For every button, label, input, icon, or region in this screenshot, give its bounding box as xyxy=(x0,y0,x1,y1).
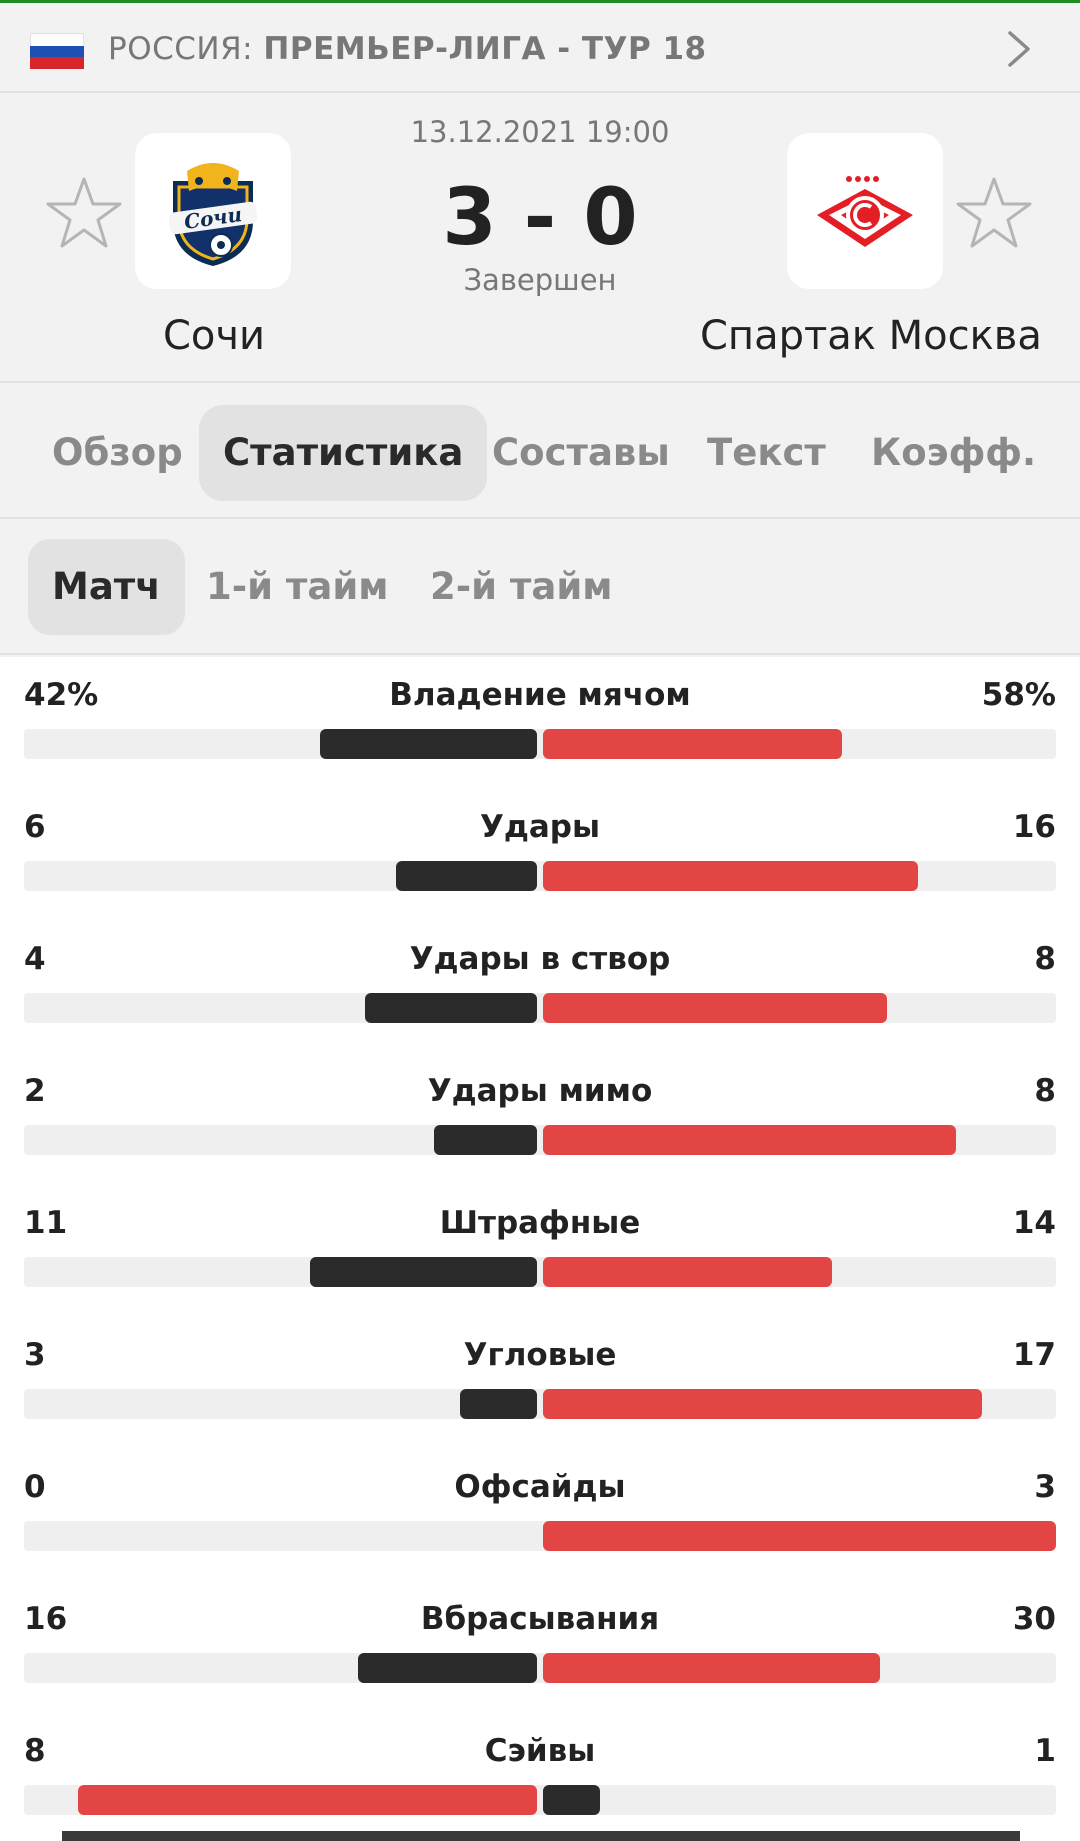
stat-label: Владение мячом xyxy=(389,677,691,713)
period-tabs: Матч 1-й тайм 2-й тайм xyxy=(0,521,1080,655)
stat-home-bar xyxy=(396,861,537,891)
stat-home-bar xyxy=(434,1125,537,1155)
match-header: Сочи Сочи 13.12.2021 19:00 3 - 0 Заверше… xyxy=(0,95,1080,383)
stat-row: 2 Удары мимо 8 xyxy=(0,1053,1080,1185)
russia-flag-icon xyxy=(30,33,84,70)
stat-away-bar xyxy=(543,1653,880,1683)
stat-bar-track xyxy=(24,1785,1056,1815)
stat-label: Штрафные xyxy=(439,1205,641,1241)
stat-away-bar xyxy=(543,1257,832,1287)
stat-home-bar xyxy=(358,1653,537,1683)
stat-label: Удары мимо xyxy=(427,1073,653,1109)
stat-label: Удары в створ xyxy=(409,941,671,977)
stat-bar-track xyxy=(24,1125,1056,1155)
stat-row: 4 Удары в створ 8 xyxy=(0,921,1080,1053)
spartak-logo-icon xyxy=(817,176,913,247)
stat-away-bar xyxy=(543,993,887,1023)
stat-home-bar xyxy=(310,1257,537,1287)
league-name: ПРЕМЬЕР-ЛИГА - ТУР 18 xyxy=(263,31,707,67)
stat-bar-track xyxy=(24,861,1056,891)
tab-overview[interactable]: Обзор xyxy=(52,405,183,501)
stat-label: Вбрасывания xyxy=(420,1601,660,1637)
tab-first-half[interactable]: 1-й тайм xyxy=(206,539,389,635)
stat-row: 42% Владение мячом 58% xyxy=(0,657,1080,789)
stat-away-bar xyxy=(543,1521,1056,1551)
stat-away-value: 3 xyxy=(1034,1469,1056,1505)
stat-row: 3 Угловые 17 xyxy=(0,1317,1080,1449)
stat-row: 6 Удары 16 xyxy=(0,789,1080,921)
stat-away-bar xyxy=(543,1389,982,1419)
stat-home-value: 0 xyxy=(24,1469,46,1505)
stat-row: 0 Офсайды 3 xyxy=(0,1449,1080,1581)
stat-away-value: 8 xyxy=(1034,941,1056,977)
stat-row: 11 Штрафные 14 xyxy=(0,1185,1080,1317)
stat-home-bar xyxy=(78,1785,537,1815)
stat-away-value: 1 xyxy=(1034,1733,1056,1769)
stat-home-bar xyxy=(320,729,537,759)
stat-home-value: 2 xyxy=(24,1073,46,1109)
stat-row: 8 Сэйвы 1 xyxy=(0,1713,1080,1841)
league-header[interactable]: РОССИЯ: ПРЕМЬЕР-ЛИГА - ТУР 18 xyxy=(0,3,1080,93)
stat-bar-track xyxy=(24,1653,1056,1683)
tab-lineups[interactable]: Составы xyxy=(492,405,670,501)
stat-home-value: 11 xyxy=(24,1205,68,1241)
tab-odds[interactable]: Коэфф. xyxy=(871,405,1036,501)
stat-home-value: 3 xyxy=(24,1337,46,1373)
favorite-away-star-icon[interactable] xyxy=(956,175,1032,251)
stat-bar-track xyxy=(24,1257,1056,1287)
stat-away-bar xyxy=(543,1785,600,1815)
stat-away-value: 8 xyxy=(1034,1073,1056,1109)
stat-label: Удары xyxy=(479,809,601,845)
match-score: 3 - 0 xyxy=(442,173,638,263)
stat-bar-track xyxy=(24,729,1056,759)
stat-home-value: 42% xyxy=(24,677,99,713)
stat-away-bar xyxy=(543,861,918,891)
stat-home-value: 16 xyxy=(24,1601,68,1637)
tab-match[interactable]: Матч xyxy=(28,539,185,635)
league-country: РОССИЯ: xyxy=(108,31,254,67)
stat-bar-track xyxy=(24,1521,1056,1551)
stat-away-value: 58% xyxy=(981,677,1056,713)
stat-home-bar xyxy=(460,1389,537,1419)
stat-away-value: 30 xyxy=(1012,1601,1056,1637)
home-team-name[interactable]: Сочи xyxy=(122,313,306,359)
stat-home-value: 4 xyxy=(24,941,46,977)
main-tabs: Обзор Статистика Составы Текст Коэфф. xyxy=(0,385,1080,519)
match-status: Завершен xyxy=(463,263,617,297)
stat-home-bar xyxy=(365,993,537,1023)
away-team-logo[interactable] xyxy=(787,133,943,289)
tab-statistics[interactable]: Статистика xyxy=(199,405,488,501)
stat-label: Угловые xyxy=(463,1337,617,1373)
stat-bar-track xyxy=(24,993,1056,1023)
stat-home-value: 8 xyxy=(24,1733,46,1769)
bottom-banner-edge xyxy=(62,1831,1020,1841)
stat-away-value: 16 xyxy=(1012,809,1056,845)
stat-away-value: 17 xyxy=(1012,1337,1056,1373)
tab-text[interactable]: Текст xyxy=(707,405,826,501)
stat-away-bar xyxy=(543,1125,956,1155)
sochi-logo-icon: Сочи xyxy=(168,163,258,266)
stat-home-value: 6 xyxy=(24,809,46,845)
match-datetime: 13.12.2021 19:00 xyxy=(410,115,670,149)
stat-label: Сэйвы xyxy=(484,1733,596,1769)
favorite-home-star-icon[interactable] xyxy=(46,175,122,251)
away-team-name[interactable]: Спартак Москва xyxy=(700,313,1042,359)
stat-away-bar xyxy=(543,729,842,759)
stat-label: Офсайды xyxy=(454,1469,626,1505)
stat-bar-track xyxy=(24,1389,1056,1419)
league-title: РОССИЯ: ПРЕМЬЕР-ЛИГА - ТУР 18 xyxy=(108,31,707,67)
stat-row: 16 Вбрасывания 30 xyxy=(0,1581,1080,1713)
home-team-logo[interactable]: Сочи xyxy=(135,133,291,289)
tab-second-half[interactable]: 2-й тайм xyxy=(430,539,613,635)
stats-list: 42% Владение мячом 58% 6 Удары 16 4 Удары в ств… xyxy=(0,657,1080,1841)
chevron-right-icon[interactable] xyxy=(998,29,1038,69)
stat-away-value: 14 xyxy=(1012,1205,1056,1241)
